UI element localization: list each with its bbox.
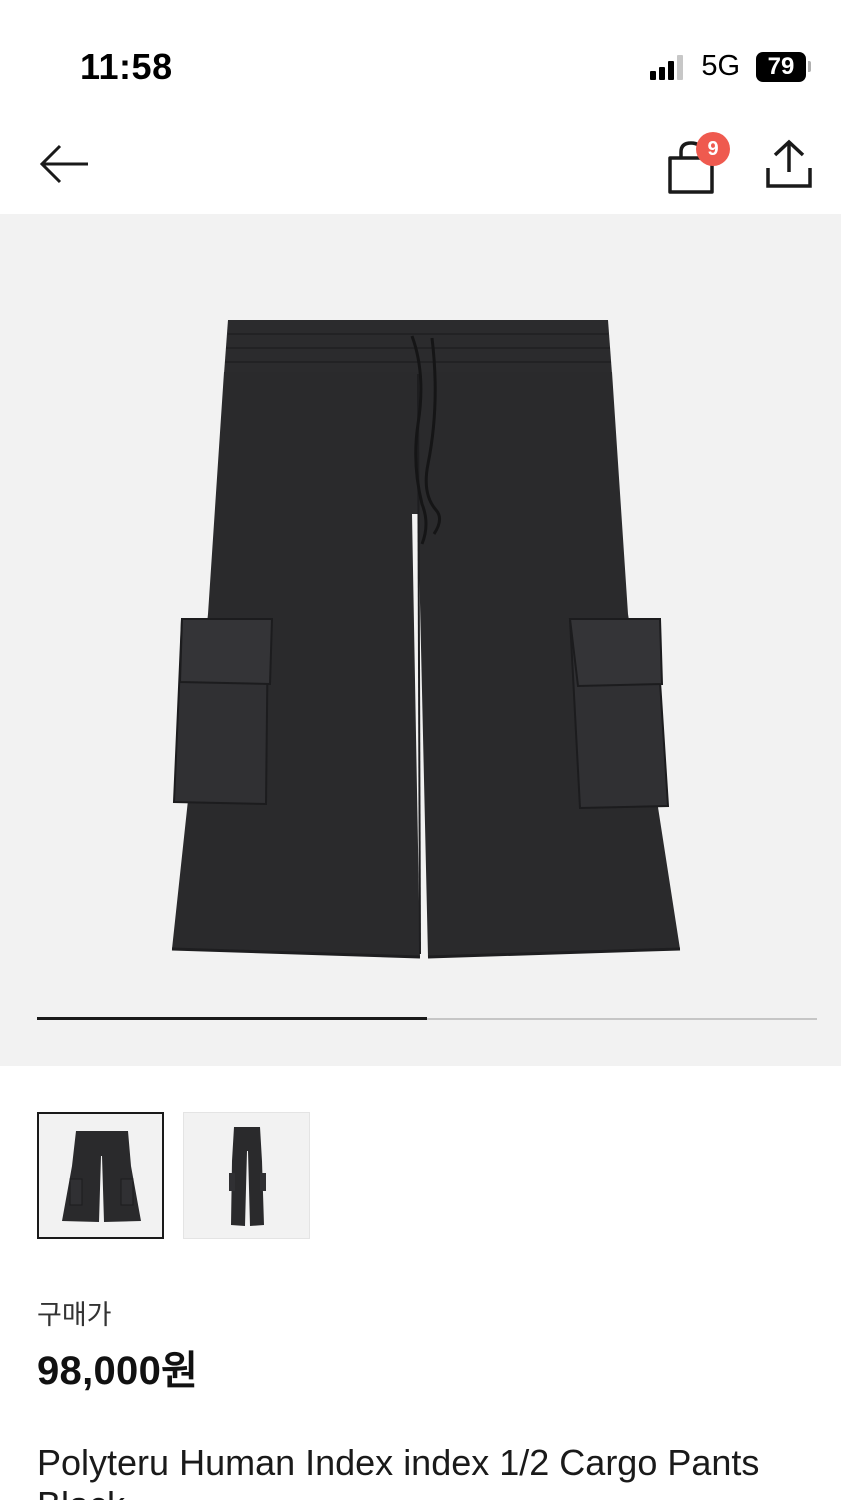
cart-count-badge: 9 xyxy=(696,132,730,166)
price-label: 구매가 xyxy=(37,1300,112,1330)
battery-icon: 79 xyxy=(756,51,811,82)
network-type: 5G xyxy=(701,50,740,82)
carousel-progress-fill xyxy=(37,1017,427,1020)
thumbnail-2[interactable] xyxy=(183,1112,310,1239)
product-title: Polyteru Human Index index 1/2 Cargo Pan… xyxy=(37,1442,760,1500)
product-photo-shorts xyxy=(171,320,681,959)
cellular-signal-icon xyxy=(650,54,684,80)
battery-level: 79 xyxy=(756,51,806,82)
share-button[interactable] xyxy=(760,134,818,194)
status-indicators: 5G 79 xyxy=(650,50,811,83)
top-nav-bar: 9 xyxy=(0,120,841,210)
price-value: 98,000원 xyxy=(37,1349,199,1393)
thumbnail-1[interactable] xyxy=(37,1112,164,1239)
status-time: 11:58 xyxy=(80,46,173,87)
arrow-left-icon xyxy=(39,144,88,184)
thumbnail-pants-image xyxy=(228,1126,266,1226)
back-button[interactable] xyxy=(34,136,94,192)
thumbnail-shorts-image xyxy=(61,1130,141,1222)
share-upload-icon xyxy=(766,139,812,188)
carousel-progress-track xyxy=(37,1017,817,1020)
image-thumbnails xyxy=(37,1112,310,1239)
shopping-bag-button[interactable]: 9 xyxy=(662,132,730,196)
status-bar: 11:58 5G 79 xyxy=(0,0,841,110)
product-image-carousel[interactable] xyxy=(0,214,841,1066)
